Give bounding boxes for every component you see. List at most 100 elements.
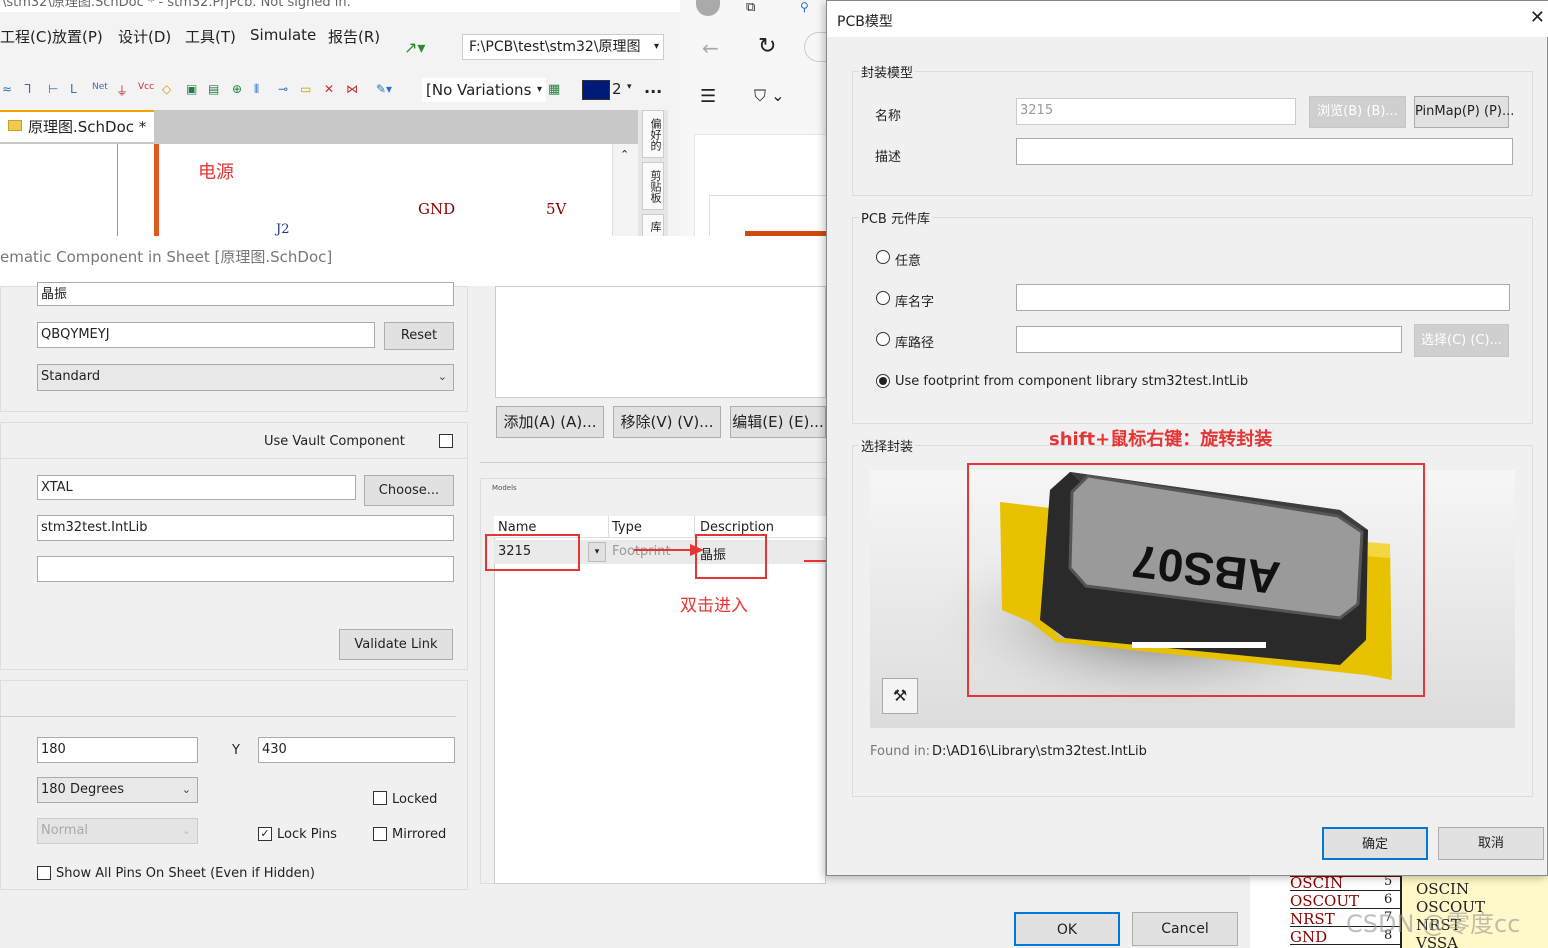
lib-path-field[interactable] xyxy=(1016,326,1402,353)
radio-lib-name[interactable] xyxy=(876,291,890,305)
lib-name-field[interactable] xyxy=(1016,284,1510,311)
color-swatch[interactable] xyxy=(582,80,610,100)
pin-num-1: 5 xyxy=(1384,876,1393,889)
library-field[interactable]: stm32test.IntLib xyxy=(37,515,454,541)
radio-lib-path[interactable] xyxy=(876,332,890,346)
bus-icon[interactable]: ᒣ xyxy=(24,82,31,96)
side-tab-library[interactable]: 库 xyxy=(642,214,664,238)
more-button[interactable]: ... xyxy=(644,78,662,97)
design-item-field[interactable]: XTAL xyxy=(37,475,356,500)
port-icon[interactable]: ▭ xyxy=(300,82,311,96)
device-sheet-icon[interactable]: ⊕ xyxy=(232,82,242,96)
edit-model-button[interactable]: 编辑(E) (E)... xyxy=(730,406,826,438)
choose-button[interactable]: Choose... xyxy=(364,475,454,506)
select-path-button[interactable]: 选择(C) (C)... xyxy=(1414,324,1509,357)
ok-button[interactable]: OK xyxy=(1014,912,1120,946)
extra-field[interactable] xyxy=(37,556,454,582)
pinmap-button[interactable]: PinMap(P) (P)... xyxy=(1414,96,1514,128)
col-name[interactable]: Name xyxy=(498,520,536,535)
highlight-icon[interactable]: ⛉ ⌄ xyxy=(754,86,785,106)
use-vault-label: Use Vault Component xyxy=(264,434,405,449)
annotation-box-name xyxy=(485,534,580,571)
reset-button[interactable]: Reset xyxy=(384,322,454,350)
gnd-port-icon[interactable]: ⏚ xyxy=(116,82,128,99)
add-model-button[interactable]: 添加(A) (A)... xyxy=(496,406,604,438)
watermark: CSDN @零度cc xyxy=(1346,910,1521,938)
doc-tab-schematic[interactable]: 原理图.SchDoc * xyxy=(0,110,154,142)
show-pins-label: Show All Pins On Sheet (Even if Hidden) xyxy=(56,866,315,881)
menu-reports[interactable]: 报告(R) xyxy=(328,26,380,47)
doc-tab-label: 原理图.SchDoc * xyxy=(28,118,147,136)
col-description[interactable]: Description xyxy=(700,520,774,535)
sheet-scrollbar[interactable]: ⌃ xyxy=(612,144,638,240)
menu-project[interactable]: 工程(C) xyxy=(0,26,52,47)
sheet-symbol-icon[interactable]: ▣ xyxy=(186,82,197,96)
menu-place[interactable]: 放置(P) xyxy=(52,26,103,47)
harness-connector-icon[interactable]: ⫴ xyxy=(254,82,259,97)
back-icon[interactable]: ← xyxy=(702,36,719,60)
mode-select[interactable]: Normal ⌄ xyxy=(37,818,198,844)
wire-icon[interactable]: ≈ xyxy=(2,82,12,96)
diff-pair-icon[interactable]: ⋈ xyxy=(346,82,358,96)
vcc-port-icon[interactable]: Vcc xyxy=(138,82,154,92)
chart-icon[interactable]: ↗▾ xyxy=(404,38,425,57)
bus-entry-icon[interactable]: ⊢ xyxy=(48,82,58,96)
chevron-up-icon[interactable]: ⌃ xyxy=(620,148,629,161)
mirrored-label: Mirrored xyxy=(392,827,447,842)
schematic-sheet: 电源 GND 5V J2 ⌃ xyxy=(0,144,638,240)
location-x-field[interactable]: 180 xyxy=(37,737,198,763)
comment-field[interactable]: 晶振 xyxy=(37,282,454,306)
search-icon[interactable]: ⚲ xyxy=(800,0,809,14)
chevron-down-icon[interactable]: ▾ xyxy=(627,82,632,92)
type-select[interactable]: Standard ⌄ xyxy=(37,364,454,391)
chevron-down-icon[interactable]: ▾ xyxy=(588,542,606,562)
radio-use-component-lib[interactable] xyxy=(876,374,890,388)
pen-icon[interactable]: ✎▾ xyxy=(376,82,392,96)
found-in-path: D:\AD16\Library\stm32test.IntLib xyxy=(932,744,1147,759)
menu-design[interactable]: 设计(D) xyxy=(118,26,171,47)
show-pins-checkbox[interactable] xyxy=(37,866,51,880)
harness-icon[interactable]: ᒪ xyxy=(70,82,77,96)
sheet-entry-icon[interactable]: ▤ xyxy=(208,82,219,96)
menu-tools[interactable]: 工具(T) xyxy=(185,26,236,47)
locked-checkbox[interactable] xyxy=(373,791,387,805)
chevron-down-icon: ⌄ xyxy=(181,783,191,796)
no-erc-icon[interactable]: ✕ xyxy=(324,82,334,96)
net-label-icon[interactable]: Net xyxy=(92,82,108,92)
confirm-button[interactable]: 确定 xyxy=(1322,827,1428,860)
remove-model-button[interactable]: 移除(V) (V)... xyxy=(613,406,721,438)
folder-icon xyxy=(8,120,22,131)
radio-any[interactable] xyxy=(876,250,890,264)
menu-simulate[interactable]: Simulate xyxy=(250,26,316,44)
close-icon[interactable]: ✕ xyxy=(1530,7,1545,28)
harness-entry-icon[interactable]: ⊸ xyxy=(278,82,288,96)
unique-id-field[interactable]: QBQYMEYJ xyxy=(37,322,375,348)
rotation-select[interactable]: 180 Degrees ⌄ xyxy=(37,777,198,803)
project-path-dropdown[interactable]: F:\PCB\test\stm32\原理图 ▾ xyxy=(462,34,664,60)
radio-lib-name-label: 库名字 xyxy=(895,295,935,310)
lock-pins-checkbox[interactable]: ✓ xyxy=(258,827,272,841)
col-type[interactable]: Type xyxy=(612,520,642,535)
name-label: 名称 xyxy=(875,109,902,124)
annotation-box-desc xyxy=(695,534,767,579)
validate-link-button[interactable]: Validate Link xyxy=(339,629,453,660)
variations-value: [No Variations xyxy=(426,81,532,99)
description-field[interactable] xyxy=(1016,138,1513,165)
tabs-icon[interactable]: ⧉ xyxy=(746,0,755,15)
list-icon[interactable]: ☰ xyxy=(700,86,716,107)
mirrored-checkbox[interactable] xyxy=(373,827,387,841)
use-vault-checkbox[interactable] xyxy=(439,434,453,448)
variant-icon[interactable]: ▦ xyxy=(548,82,560,97)
side-tab-clipboard[interactable]: 剪贴板 xyxy=(642,162,664,210)
hammer-icon[interactable]: ⚒ xyxy=(882,678,918,714)
location-y-field[interactable]: 430 xyxy=(258,737,455,763)
name-field[interactable]: 3215 xyxy=(1016,98,1296,125)
dialog-title-bar: PCB模型 ✕ xyxy=(827,1,1548,37)
dialog-cancel-button[interactable]: 取消 xyxy=(1438,827,1544,860)
browse-button[interactable]: 浏览(B) (B)... xyxy=(1309,96,1406,128)
refresh-icon[interactable]: ↻ xyxy=(758,34,776,59)
cancel-button[interactable]: Cancel xyxy=(1132,912,1238,946)
variations-dropdown[interactable]: [No Variations ▾ xyxy=(422,78,546,102)
side-tab-favorites[interactable]: 偏好的 xyxy=(642,110,664,158)
part-icon[interactable]: ◇ xyxy=(162,82,171,96)
